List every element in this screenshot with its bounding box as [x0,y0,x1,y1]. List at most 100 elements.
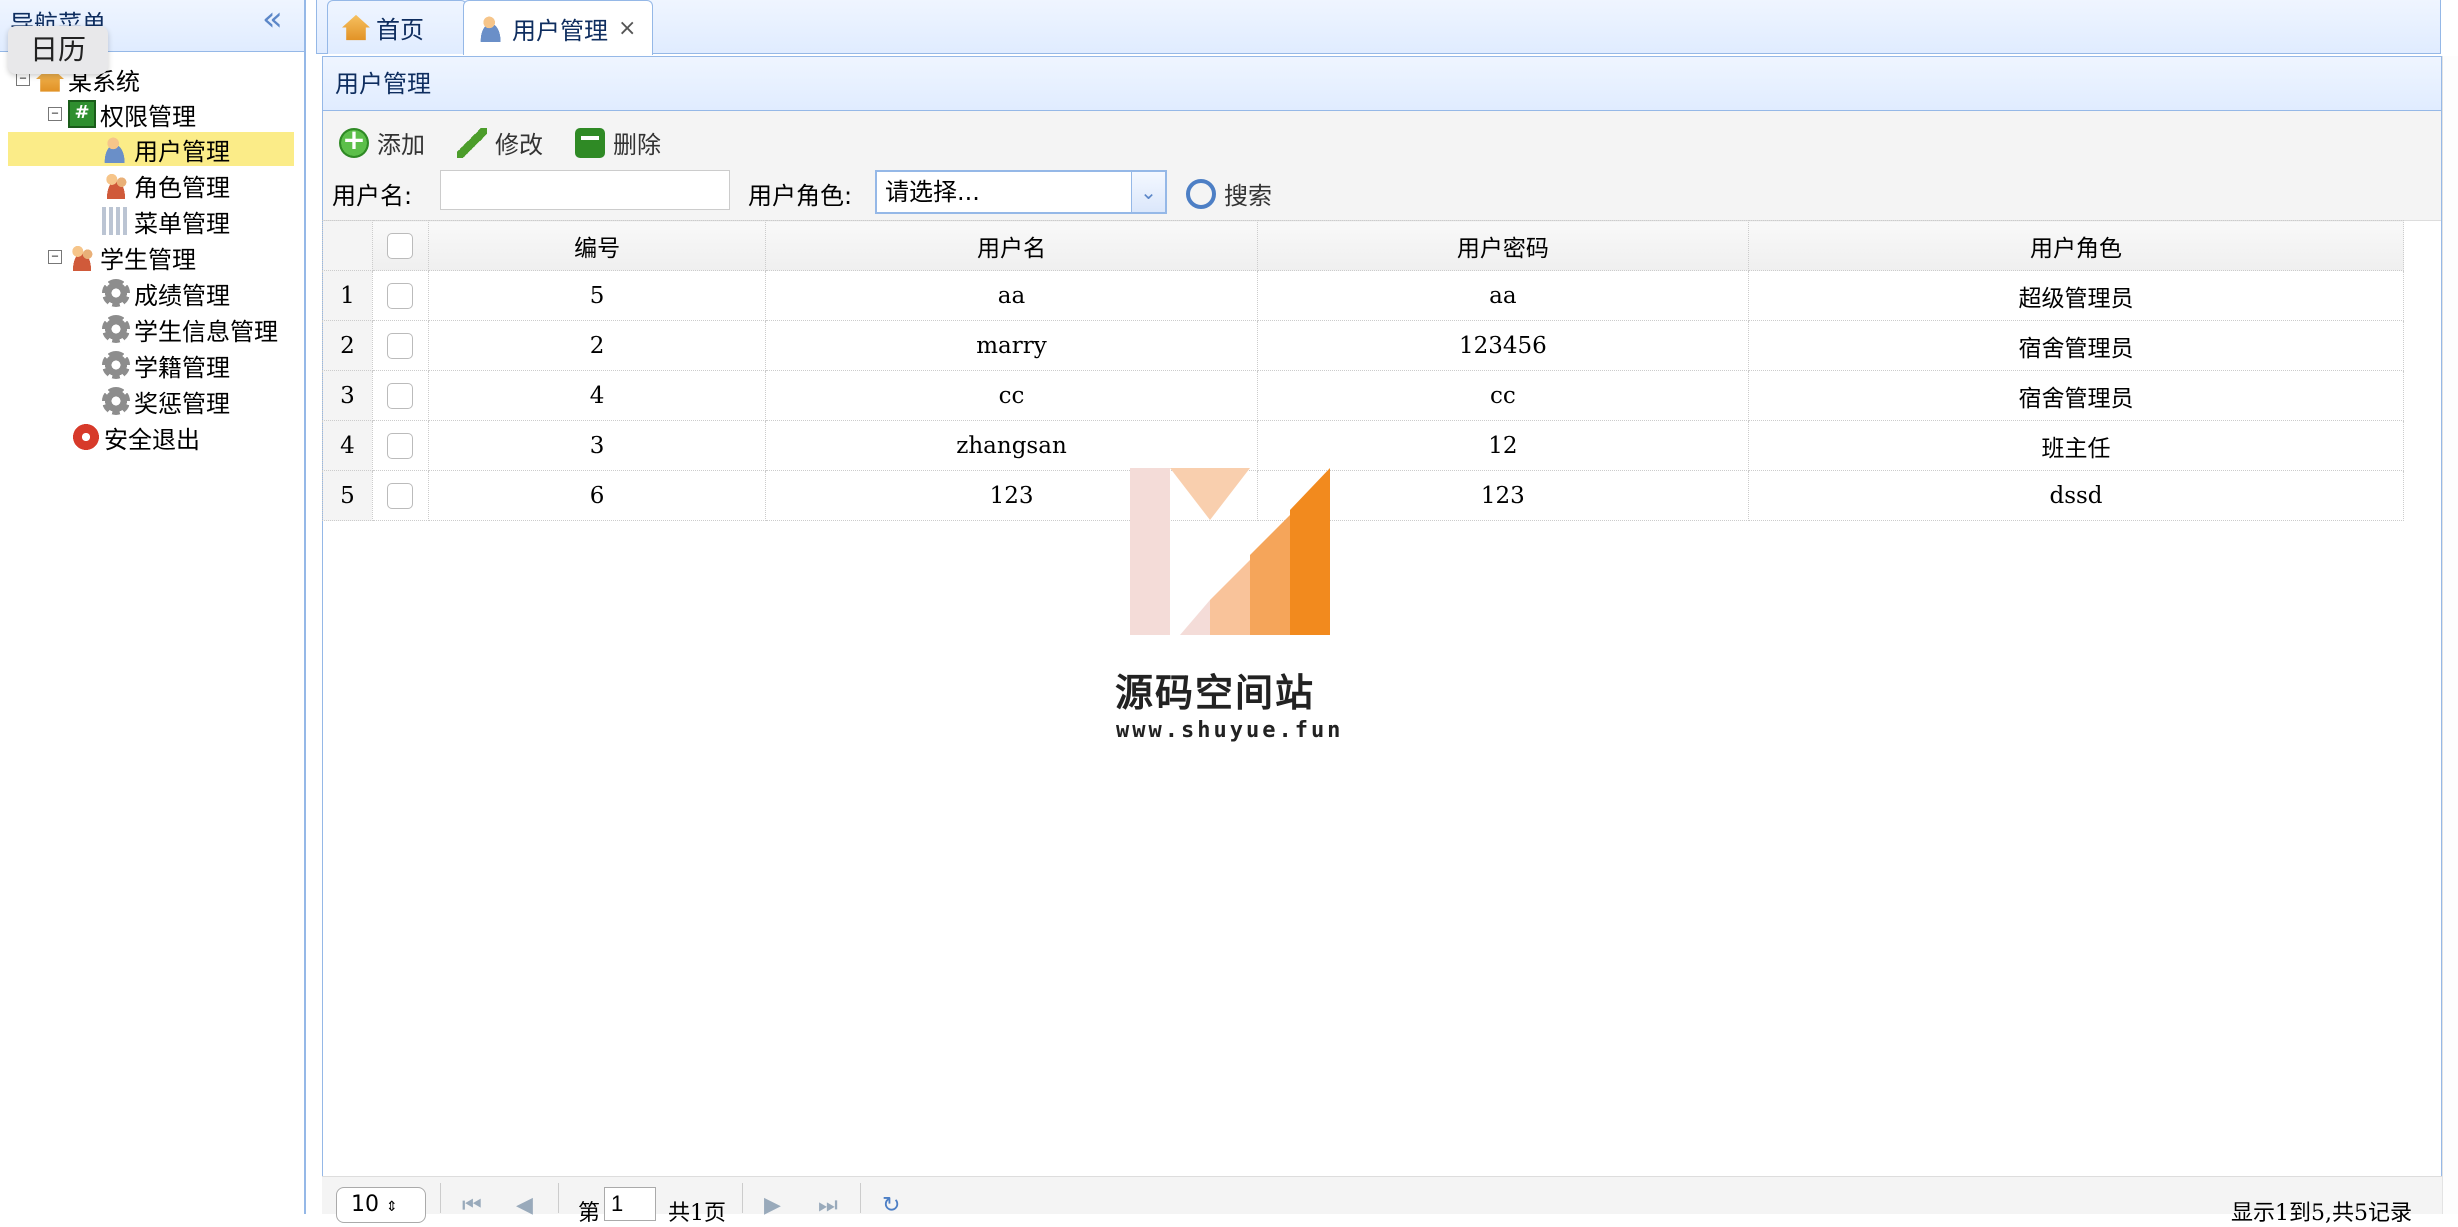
pagination-bar: 10 ⇕ ⏮ ◀ 第 共1页 ▶ ⏭ ↻ 显示1到5,共5记录 [322,1176,2442,1226]
table-row[interactable]: 5 6 123 123 dssd [322,470,2404,521]
tree-node-user-management[interactable]: 用户管理 [8,132,294,166]
search-icon [1186,178,1216,209]
users-icon [102,171,130,199]
tree-label: 用户管理 [134,137,230,166]
cell-username: cc [765,370,1258,421]
prev-page-icon[interactable]: ◀ [516,1193,533,1218]
refresh-icon[interactable]: ↻ [882,1193,900,1218]
tree-label: 安全退出 [104,425,200,454]
spinner-icon: ⇕ [386,1199,398,1215]
row-checkbox[interactable] [387,283,414,309]
tree-node-students[interactable]: − 学生管理 [48,240,196,274]
tree-node-role-management[interactable]: 角色管理 [102,168,230,202]
row-checkbox[interactable] [387,333,414,359]
row-checkbox-cell [371,420,429,471]
username-label: 用户名: [332,182,413,210]
row-checkbox-cell [371,470,429,521]
page-size-select[interactable]: 10 ⇕ [336,1187,426,1223]
tab-label: 首页 [376,16,424,44]
collapse-toggle-icon[interactable]: − [48,107,62,121]
edit-label: 修改 [495,131,543,159]
tree-label: 角色管理 [134,173,230,202]
cell-role: 宿舍管理员 [1748,370,2404,421]
collapse-icon[interactable]: « [262,2,283,36]
watermark-bar [1180,600,1210,635]
tree-label: 成绩管理 [134,281,230,310]
collapse-toggle-icon[interactable]: − [48,250,62,264]
tab-home[interactable]: 首页 [327,0,467,54]
row-checkbox-cell [371,270,429,321]
row-checkbox[interactable] [387,383,414,409]
gear-icon [102,351,130,379]
panel-title: 用户管理 [323,57,2441,111]
menu-tree-icon [102,207,130,235]
row-number: 3 [322,370,373,421]
collapse-toggle-icon[interactable]: − [16,72,30,86]
first-page-icon[interactable]: ⏮ [462,1193,482,1218]
calendar-tooltip: 日历 [8,26,109,74]
table-row[interactable]: 4 3 zhangsan 12 班主任 [322,420,2404,471]
add-icon [339,123,369,158]
page-prefix: 第 [578,1201,601,1226]
tree-node-student-info[interactable]: 学生信息管理 [102,312,278,346]
vertical-scrollbar[interactable] [2442,56,2458,1214]
gear-icon [102,315,130,343]
delete-icon [575,127,605,158]
tab-bar: 首页 用户管理 × [316,0,2441,55]
tree-node-rewards[interactable]: 奖惩管理 [102,384,230,418]
row-checkbox-cell [371,370,429,421]
username-input[interactable] [440,170,730,210]
role-select-value: 请选择... [885,178,980,206]
role-select[interactable]: 请选择... ⌄ [875,170,1167,214]
cell-id: 3 [427,420,767,471]
delete-label: 删除 [613,131,661,159]
edit-button[interactable]: 修改 [457,125,543,160]
watermark-bar [1290,468,1330,635]
table-row[interactable]: 2 2 marry 123456 宿舍管理员 [322,320,2404,371]
watermark-bar [1250,515,1290,635]
last-page-icon[interactable]: ⏭ [818,1193,838,1218]
column-header-password[interactable]: 用户密码 [1256,220,1750,271]
pager-divider [558,1183,559,1213]
gear-icon [102,279,130,307]
tree-node-enrollment[interactable]: 学籍管理 [102,348,230,382]
page-number-input[interactable] [604,1187,656,1221]
close-icon[interactable]: × [618,16,636,41]
column-header-role[interactable]: 用户角色 [1748,220,2404,271]
column-header-username[interactable]: 用户名 [765,220,1258,271]
table-row[interactable]: 1 5 aa aa 超级管理员 [322,270,2404,321]
row-number: 1 [322,270,373,321]
chevron-down-icon[interactable]: ⌄ [1131,172,1165,212]
page-total: 共1页 [668,1201,726,1226]
row-checkbox-cell [371,320,429,371]
tree-node-logout[interactable]: 安全退出 [72,420,200,454]
rownum-header [322,220,373,271]
select-all-checkbox[interactable] [387,233,414,259]
add-button[interactable]: 添加 [339,123,425,160]
tree-label: 权限管理 [100,102,196,131]
row-checkbox[interactable] [387,483,414,509]
cell-username: aa [765,270,1258,321]
page-size-value: 10 [351,1192,379,1217]
row-number: 5 [322,470,373,521]
cell-id: 6 [427,470,767,521]
watermark-bar [1130,468,1170,635]
row-number: 4 [322,420,373,471]
delete-button[interactable]: 删除 [575,125,661,160]
cell-id: 2 [427,320,767,371]
row-checkbox[interactable] [387,433,414,459]
watermark-bar [1210,560,1250,635]
column-header-id[interactable]: 编号 [427,220,767,271]
cell-role: 宿舍管理员 [1748,320,2404,371]
next-page-icon[interactable]: ▶ [764,1193,781,1218]
tree-node-grades[interactable]: 成绩管理 [102,276,230,310]
cell-username: marry [765,320,1258,371]
tab-user-management[interactable]: 用户管理 × [463,0,653,55]
table-row[interactable]: 3 4 cc cc 宿舍管理员 [322,370,2404,421]
exit-icon [72,423,100,451]
search-button[interactable]: 搜索 [1186,176,1272,211]
tab-label: 用户管理 [512,16,608,45]
user-icon [102,135,130,163]
tree-node-menu-management[interactable]: 菜单管理 [102,204,230,238]
tree-node-permissions[interactable]: − # 权限管理 [48,97,196,131]
